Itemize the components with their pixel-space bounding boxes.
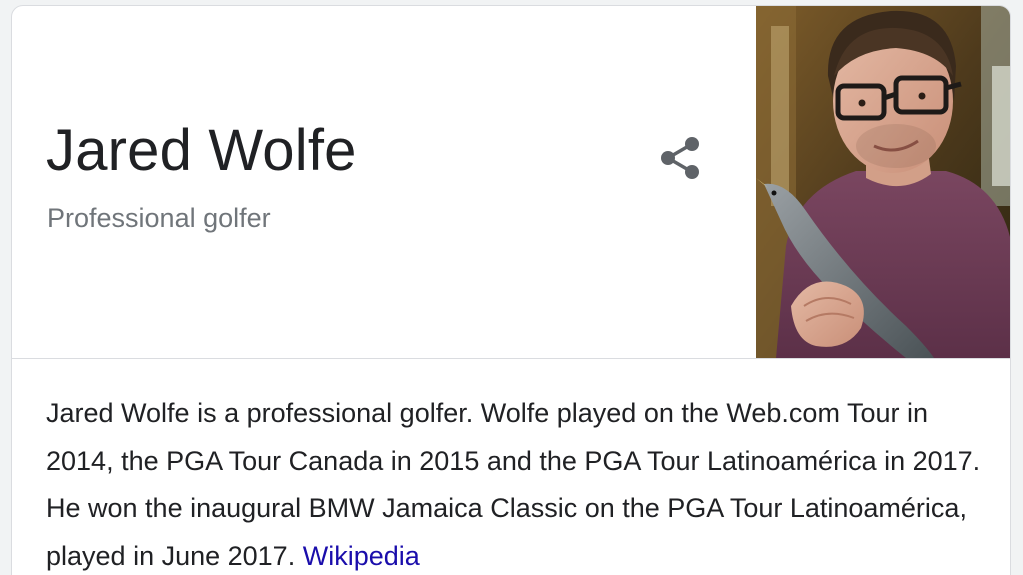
knowledge-panel-header: Jared Wolfe Professional golfer [12,6,756,358]
person-photo [756,6,1010,358]
wikipedia-source-link[interactable]: Wikipedia [303,541,420,571]
knowledge-panel: Jared Wolfe Professional golfer Jared Wo… [11,5,1011,575]
entity-description: Jared Wolfe is a professional golfer. Wo… [46,390,996,575]
share-icon [661,137,699,179]
panel-divider [12,358,1010,359]
entity-subtitle: Professional golfer [47,203,271,233]
search-results-page: Jared Wolfe Professional golfer Jared Wo… [0,0,1023,575]
entity-title: Jared Wolfe [46,118,357,183]
entity-photo[interactable] [756,6,1010,358]
share-button[interactable] [650,128,710,188]
description-text: Jared Wolfe is a professional golfer. Wo… [46,398,981,571]
